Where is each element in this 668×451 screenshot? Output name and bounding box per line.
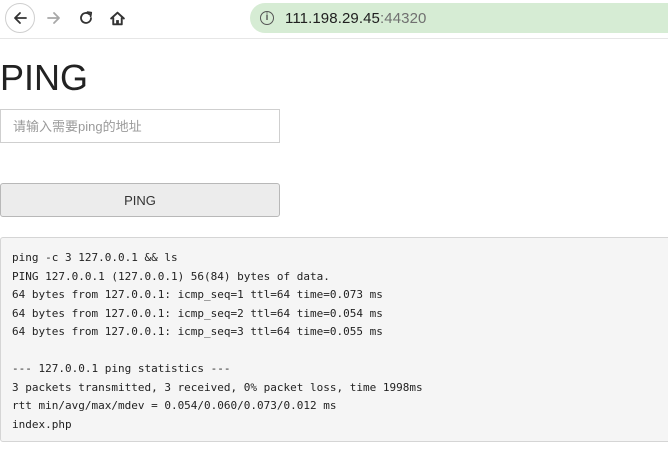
output-line: 64 bytes from 127.0.0.1: icmp_seq=1 ttl=…: [12, 288, 383, 301]
url-port: :44320: [380, 9, 427, 27]
address-input[interactable]: [0, 109, 280, 143]
output-line: index.php: [12, 417, 72, 431]
ping-output: ping -c 3 127.0.0.1 && ls PING 127.0.0.1 …: [0, 237, 668, 442]
back-button[interactable]: [5, 3, 35, 33]
output-line: rtt min/avg/max/mdev = 0.054/0.060/0.073…: [12, 399, 337, 412]
url-host: 111.198.29.45: [285, 9, 380, 27]
forward-button[interactable]: [40, 4, 68, 32]
home-icon: [109, 11, 125, 25]
address-bar[interactable]: i 111.198.29.45:44320: [250, 3, 668, 33]
output-line: PING 127.0.0.1 (127.0.0.1) 56(84) bytes …: [12, 269, 330, 283]
output-line: 3 packets transmitted, 3 received, 0% pa…: [12, 380, 423, 394]
back-arrow-icon: [14, 12, 27, 24]
info-icon[interactable]: i: [260, 11, 274, 25]
output-line: --- 127.0.0.1 ping statistics ---: [12, 362, 231, 375]
browser-toolbar: i 111.198.29.45:44320: [0, 0, 668, 39]
url-text: 111.198.29.45:44320: [285, 10, 426, 27]
ping-button[interactable]: PING: [0, 183, 280, 217]
reload-icon: [80, 11, 93, 24]
output-line: 64 bytes from 127.0.0.1: icmp_seq=2 ttl=…: [12, 306, 383, 320]
reload-button[interactable]: [72, 4, 100, 32]
page-title: PING: [0, 57, 89, 98]
forward-arrow-icon: [47, 12, 60, 24]
output-line: ping -c 3 127.0.0.1 && ls: [12, 251, 178, 264]
output-line: 64 bytes from 127.0.0.1: icmp_seq=3 ttl=…: [12, 325, 383, 338]
home-button[interactable]: [103, 4, 131, 32]
